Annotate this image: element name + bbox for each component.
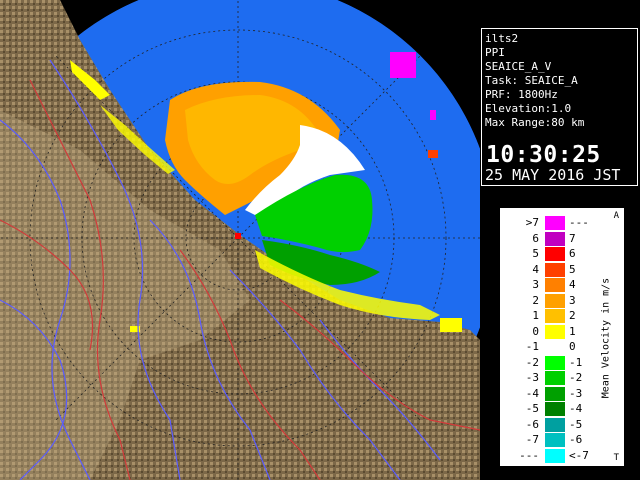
echo-coast-patch <box>440 318 462 332</box>
legend-color-swatch <box>545 216 565 230</box>
echo-magenta-small <box>430 110 436 120</box>
legend-color-swatch <box>545 293 565 308</box>
legend-lower-bound: --- <box>519 448 539 462</box>
legend-row: 34 <box>507 277 603 293</box>
legend-color-swatch <box>545 231 565 246</box>
legend-row: -3 -2 <box>507 370 603 386</box>
legend-color-swatch <box>545 309 565 323</box>
radar-site-marker <box>235 233 241 239</box>
legend-row: 56 <box>507 246 603 262</box>
legend-color-swatch <box>545 448 565 463</box>
legend-color-swatch <box>545 402 565 416</box>
legend-row: 23 <box>507 293 603 309</box>
legend-color-swatch <box>545 324 565 339</box>
legend-color-swatch <box>545 355 565 370</box>
legend-lower-bound: >7 <box>525 216 539 229</box>
legend-color-swatch <box>545 371 565 385</box>
legend-color-swatch <box>545 340 565 354</box>
scan-type: PPI <box>485 46 505 59</box>
legend-title: Mean Velocity in m/s <box>600 277 612 399</box>
legend-lower-bound: 1 <box>532 309 539 322</box>
legend-row: 67 <box>507 231 603 247</box>
legend-row: 01 <box>507 324 603 340</box>
legend-lower-bound: 5 <box>532 247 539 260</box>
legend-corner-bottom: T <box>613 453 619 463</box>
legend-lower-bound: -4 <box>525 386 539 400</box>
legend-row: -2 -1 <box>507 355 603 371</box>
legend-row: -7 -6 <box>507 432 603 448</box>
legend-color-swatch <box>545 417 565 432</box>
legend-row: -5 -4 <box>507 401 603 417</box>
legend-color-swatch <box>545 386 565 401</box>
velocity-legend: >7 --- 6 7 5 6 4 5 3 4 2 3 1 2 0 1 -1 0 -2 -1 -3 -2 -4 -3 -5 -4 -6… <box>500 208 624 466</box>
legend-lower-bound: -2 <box>525 355 539 369</box>
info-panel: ilts2 PPI SEAICE_A_V Task: SEAICE_A PRF:… <box>481 28 638 186</box>
legend-lower-bound: 2 <box>532 293 539 307</box>
legend-lower-bound: -5 <box>525 402 539 415</box>
station-name: ilts2 <box>485 32 519 45</box>
legend-lower-bound: 4 <box>532 262 539 276</box>
legend-row: --- <-7 <box>507 448 603 464</box>
legend-color-swatch <box>545 433 565 447</box>
legend-lower-bound: -6 <box>525 417 539 431</box>
radar-ppi-display <box>0 0 480 480</box>
legend-color-swatch <box>545 262 565 277</box>
task-name: Task: SEAICE_A <box>485 74 578 87</box>
legend-lower-bound: 0 <box>532 324 539 338</box>
echo-magenta-patch <box>390 52 416 78</box>
legend-color-swatch <box>545 247 565 261</box>
legend-color-swatch <box>545 278 565 292</box>
max-range-value: Max Range:80 km <box>485 116 585 129</box>
product-name: SEAICE_A_V <box>485 60 552 73</box>
echo-red-patch <box>428 150 438 158</box>
legend-lower-bound: 6 <box>532 231 539 245</box>
legend-row: >7 --- <box>507 215 603 231</box>
legend-row: -4 -3 <box>507 386 603 402</box>
scan-time: 10:30:25 <box>486 142 601 168</box>
prf-value: PRF: 1800Hz <box>485 88 558 101</box>
legend-row: 45 <box>507 262 603 278</box>
legend-lower-bound: 3 <box>532 278 539 291</box>
scan-date: 25 MAY 2016 JST <box>485 166 621 184</box>
legend-corner-top: A <box>613 211 619 221</box>
legend-lower-bound: -7 <box>525 433 539 446</box>
legend-row: 12 <box>507 308 603 324</box>
legend-lower-bound: -3 <box>525 371 539 384</box>
legend-row: -6 -5 <box>507 417 603 433</box>
legend-row: -1 0 <box>507 339 603 355</box>
legend-lower-bound: -1 <box>525 340 539 353</box>
elevation-value: Elevation:1.0 <box>485 102 572 115</box>
